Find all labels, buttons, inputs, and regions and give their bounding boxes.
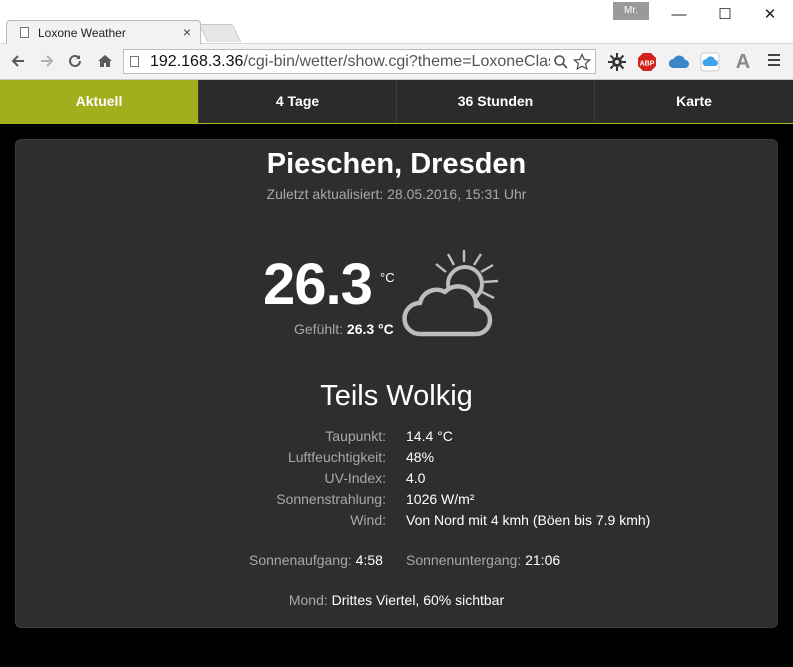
reload-icon (69, 54, 81, 67)
icloud-icon[interactable] (700, 52, 720, 72)
search-icon[interactable] (553, 52, 569, 75)
tab-4-tage[interactable]: 4 Tage (199, 80, 397, 123)
new-tab-button[interactable] (198, 24, 242, 42)
tab-aktuell[interactable]: Aktuell (0, 80, 199, 123)
detail-value: 48% (406, 449, 435, 465)
arrow-right-icon (41, 55, 54, 67)
tab-close-button[interactable]: × (183, 24, 191, 40)
condition-text: Teils Wolkig (320, 380, 473, 412)
updated-timestamp: Zuletzt aktualisiert: 28.05.2016, 15:31 … (266, 186, 527, 202)
detail-row-wind: Wind: Von Nord mit 4 kmh (Böen bis 7.9 k… (16, 512, 777, 532)
minimize-button[interactable]: — (657, 4, 701, 26)
detail-label: Taupunkt: (325, 428, 386, 444)
temperature-value: 26.3 (263, 252, 373, 317)
detail-label: Wind: (350, 512, 386, 528)
page-icon (20, 27, 29, 38)
cloud-icon[interactable] (668, 52, 689, 72)
browser-titlebar: Loxone Weather × Mr. — ☐ ✕ (0, 0, 793, 45)
font-icon[interactable]: A (733, 52, 753, 72)
detail-row-dewpoint: Taupunkt: 14.4 °C (16, 428, 777, 448)
detail-label: UV-Index: (324, 470, 386, 486)
detail-value: 14.4 °C (406, 428, 453, 444)
home-button[interactable] (94, 50, 116, 72)
detail-label: Sonnenstrahlung: (276, 491, 386, 507)
detail-row-radiation: Sonnenstrahlung: 1026 W/m² (16, 491, 777, 511)
location-title: Pieschen, Dresden (266, 148, 527, 180)
browser-toolbar: 192.168.3.36/cgi-bin/wetter/show.cgi?the… (0, 44, 793, 80)
sunset: Sonnenuntergang: 21:06 (406, 552, 561, 568)
feels-like: Gefühlt: 26.3 °C (294, 321, 394, 337)
detail-row-humidity: Luftfeuchtigkeit: 48% (16, 449, 777, 469)
detail-value: 1026 W/m² (406, 491, 475, 507)
menu-icon[interactable] (764, 52, 784, 72)
weather-card: Pieschen, Dresden Zuletzt aktualisiert: … (15, 139, 778, 628)
star-icon[interactable] (572, 52, 592, 76)
gear-icon[interactable] (607, 52, 627, 72)
browser-tab[interactable]: Loxone Weather × (6, 20, 201, 45)
detail-value: 4.0 (406, 470, 426, 486)
maximize-button[interactable]: ☐ (703, 4, 747, 26)
back-button[interactable] (7, 50, 29, 72)
temperature-unit: °C (380, 270, 395, 285)
address-bar[interactable]: 192.168.3.36/cgi-bin/wetter/show.cgi?the… (123, 49, 596, 74)
forward-button[interactable] (36, 50, 58, 72)
reload-button[interactable] (64, 50, 86, 72)
weather-nav: Aktuell 4 Tage 36 Stunden Karte (0, 80, 793, 124)
tab-karte[interactable]: Karte (595, 80, 793, 123)
arrow-left-icon (11, 55, 24, 67)
moon-phase: Mond: Drittes Viertel, 60% sichtbar (288, 592, 505, 608)
profile-button[interactable]: Mr. (613, 2, 649, 20)
url-text: 192.168.3.36/cgi-bin/wetter/show.cgi?the… (150, 53, 550, 70)
svg-text:ABP: ABP (640, 61, 655, 68)
home-icon (98, 55, 112, 67)
detail-label: Luftfeuchtigkeit: (287, 449, 386, 465)
close-window-button[interactable]: ✕ (748, 4, 792, 26)
partly-cloudy-icon (402, 250, 499, 337)
tab-title: Loxone Weather (38, 26, 126, 40)
tab-36-stunden[interactable]: 36 Stunden (397, 80, 595, 123)
page-icon (130, 56, 139, 67)
detail-value: Von Nord mit 4 kmh (Böen bis 7.9 kmh) (406, 512, 651, 528)
detail-row-uv: UV-Index: 4.0 (16, 470, 777, 490)
sunrise: Sonnenaufgang: 4:58 (249, 552, 383, 568)
adblock-icon[interactable]: ABP (637, 52, 657, 72)
